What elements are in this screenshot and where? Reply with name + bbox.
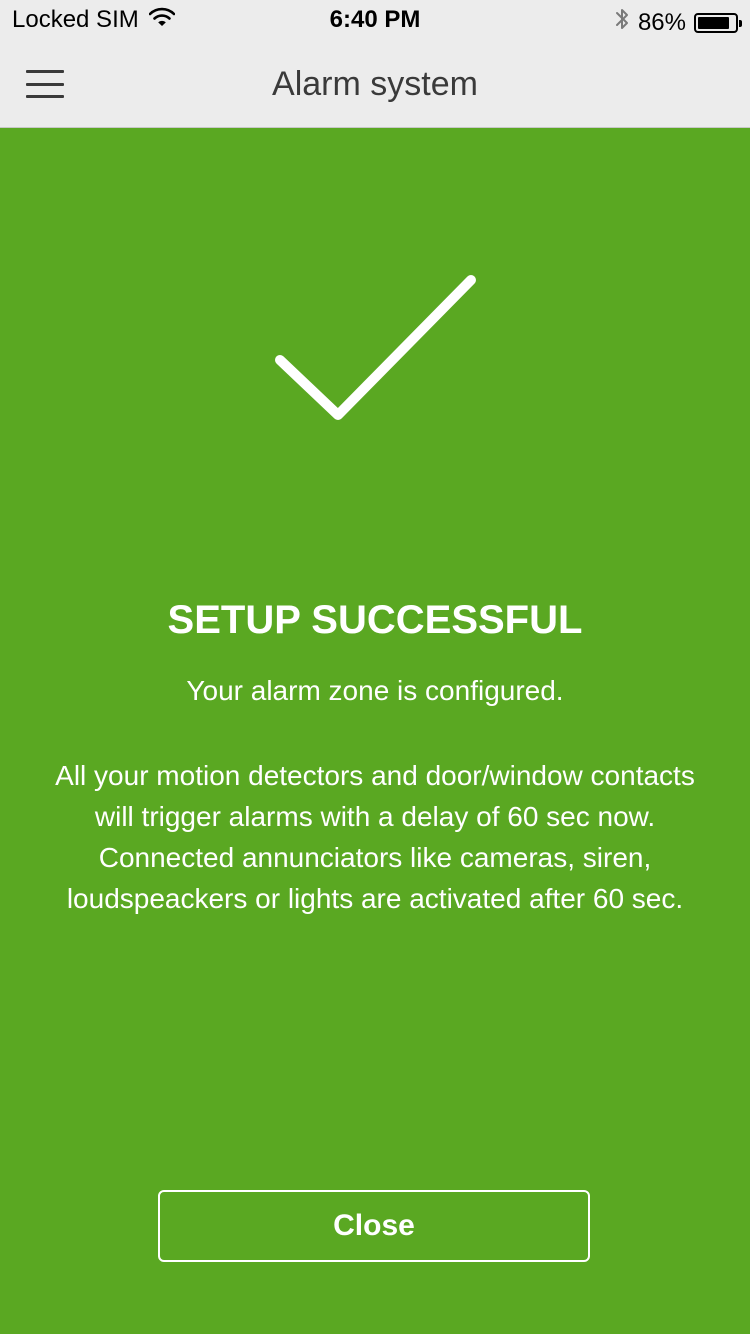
description-line: loudspeackers or lights are activated af… xyxy=(66,883,684,914)
success-subline: Your alarm zone is configured. xyxy=(186,675,564,706)
battery-tip xyxy=(739,19,742,27)
description-line: Connected annunciators like cameras, sir… xyxy=(98,842,652,873)
description-line: will trigger alarms with a delay of 60 s… xyxy=(94,801,656,832)
navigation-bar: Alarm system xyxy=(0,40,750,128)
status-right: 86% xyxy=(614,6,742,39)
bluetooth-icon xyxy=(614,6,630,39)
success-description: All your motion detectors and door/windo… xyxy=(25,755,725,919)
battery-percent: 86% xyxy=(637,8,686,36)
success-headline: SETUP SUCCESSFUL xyxy=(167,598,583,642)
setup-success-screen: Locked SIM 6:40 PM 86% Alarm system SETU… xyxy=(0,0,750,1334)
description-line: All your motion detectors and door/windo… xyxy=(55,760,695,791)
close-button[interactable]: Close xyxy=(158,1190,590,1262)
battery-fill xyxy=(698,16,729,29)
page-title: Alarm system xyxy=(272,65,478,103)
checkmark-icon xyxy=(275,275,476,420)
status-bar: Locked SIM 6:40 PM 86% xyxy=(0,0,750,40)
battery-icon xyxy=(694,12,742,33)
